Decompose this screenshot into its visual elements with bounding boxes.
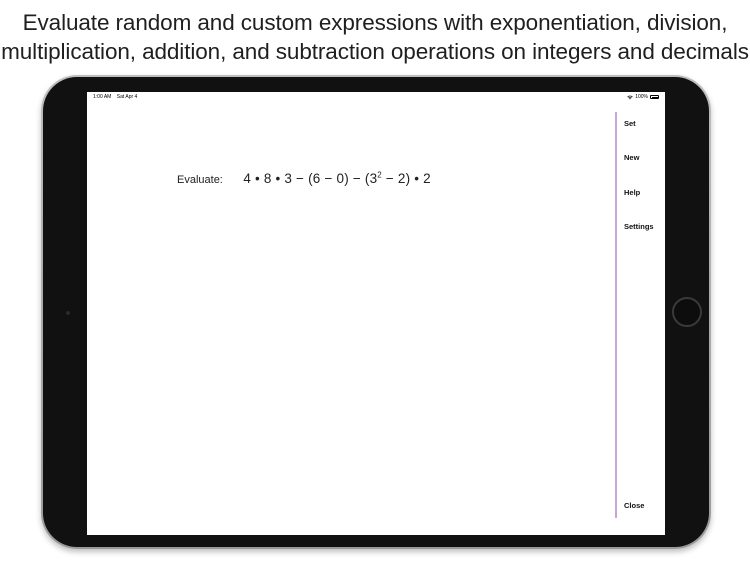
math-expression: 4 • 8 • 3 − (6 − 0) − (32 − 2) • 2 <box>243 171 431 187</box>
expression-part-1: 4 • 8 • 3 − (6 − 0) − (3 <box>243 171 378 186</box>
home-button[interactable] <box>672 297 702 327</box>
marketing-caption: Evaluate random and custom expressions w… <box>0 8 750 66</box>
set-button[interactable]: Set <box>624 119 636 128</box>
status-date: Sat Apr 4 <box>116 94 138 100</box>
close-button[interactable]: Close <box>624 501 644 510</box>
settings-button[interactable]: Settings <box>624 222 654 231</box>
app-store-screenshot: Evaluate random and custom expressions w… <box>0 0 750 562</box>
expression-part-2: − 2) • 2 <box>381 171 431 186</box>
sidebar: Set New Help Settings Close <box>624 92 664 535</box>
camera-icon <box>66 311 70 315</box>
problem-row: Evaluate: 4 • 8 • 3 − (6 − 0) − (32 − 2)… <box>177 170 431 188</box>
caption-line-1: Evaluate random and custom expressions w… <box>22 10 728 35</box>
help-button[interactable]: Help <box>624 188 640 197</box>
sidebar-divider <box>615 112 617 518</box>
evaluate-label: Evaluate: <box>177 174 223 186</box>
status-left: 1:00 AM Sat Apr 4 <box>93 94 141 100</box>
status-time: 1:00 AM <box>93 94 112 100</box>
new-button[interactable]: New <box>624 153 639 162</box>
status-bar: 1:00 AM Sat Apr 4 100% <box>87 92 665 102</box>
caption-line-2: multiplication, addition, and subtractio… <box>1 39 749 64</box>
ipad-screen: 1:00 AM Sat Apr 4 100% Evaluate: 4 • 8 •… <box>87 92 665 535</box>
